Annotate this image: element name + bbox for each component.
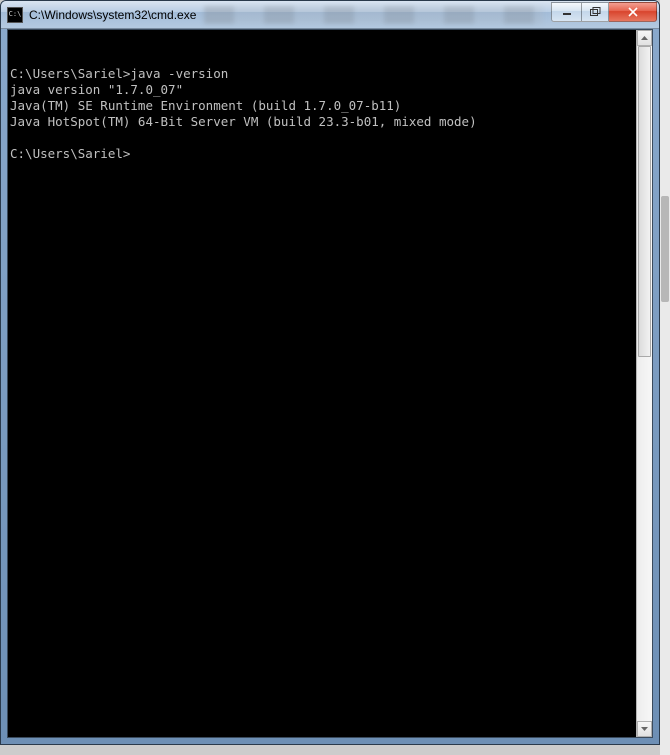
output-line: Java HotSpot(TM) 64-Bit Server VM (build… (10, 114, 477, 129)
typed-command: java -version (130, 66, 228, 81)
maximize-button[interactable] (581, 2, 609, 22)
prompt: C:\Users\Sariel> (10, 146, 130, 161)
terminal-scrollbar[interactable] (636, 30, 652, 737)
titlebar-background-blur (204, 6, 543, 24)
maximize-icon (590, 7, 601, 17)
cmd-window: C:\ C:\Windows\system32\cmd.exe (0, 0, 660, 745)
scrollbar-thumb[interactable] (638, 46, 651, 357)
prompt: C:\Users\Sariel> (10, 66, 130, 81)
host-scrollbar[interactable] (660, 0, 670, 755)
minimize-icon (562, 7, 572, 17)
terminal-output[interactable]: C:\Users\Sariel>java -version java versi… (8, 30, 636, 737)
chevron-up-icon (641, 36, 648, 40)
close-button[interactable] (609, 2, 657, 22)
window-title: C:\Windows\system32\cmd.exe (29, 8, 196, 22)
cmd-icon: C:\ (7, 7, 23, 23)
scroll-up-button[interactable] (637, 30, 652, 46)
terminal-text: C:\Users\Sariel>java -version java versi… (10, 34, 636, 162)
window-controls (551, 7, 657, 22)
minimize-button[interactable] (551, 2, 581, 22)
host-scrollbar-thumb[interactable] (661, 196, 669, 302)
titlebar[interactable]: C:\ C:\Windows\system32\cmd.exe (1, 1, 659, 29)
output-line: Java(TM) SE Runtime Environment (build 1… (10, 98, 401, 113)
chevron-down-icon (641, 727, 648, 731)
client-area: C:\Users\Sariel>java -version java versi… (7, 29, 653, 738)
scrollbar-track[interactable] (637, 46, 652, 721)
scroll-down-button[interactable] (637, 721, 652, 737)
close-icon (627, 7, 639, 17)
output-line: java version "1.7.0_07" (10, 82, 183, 97)
